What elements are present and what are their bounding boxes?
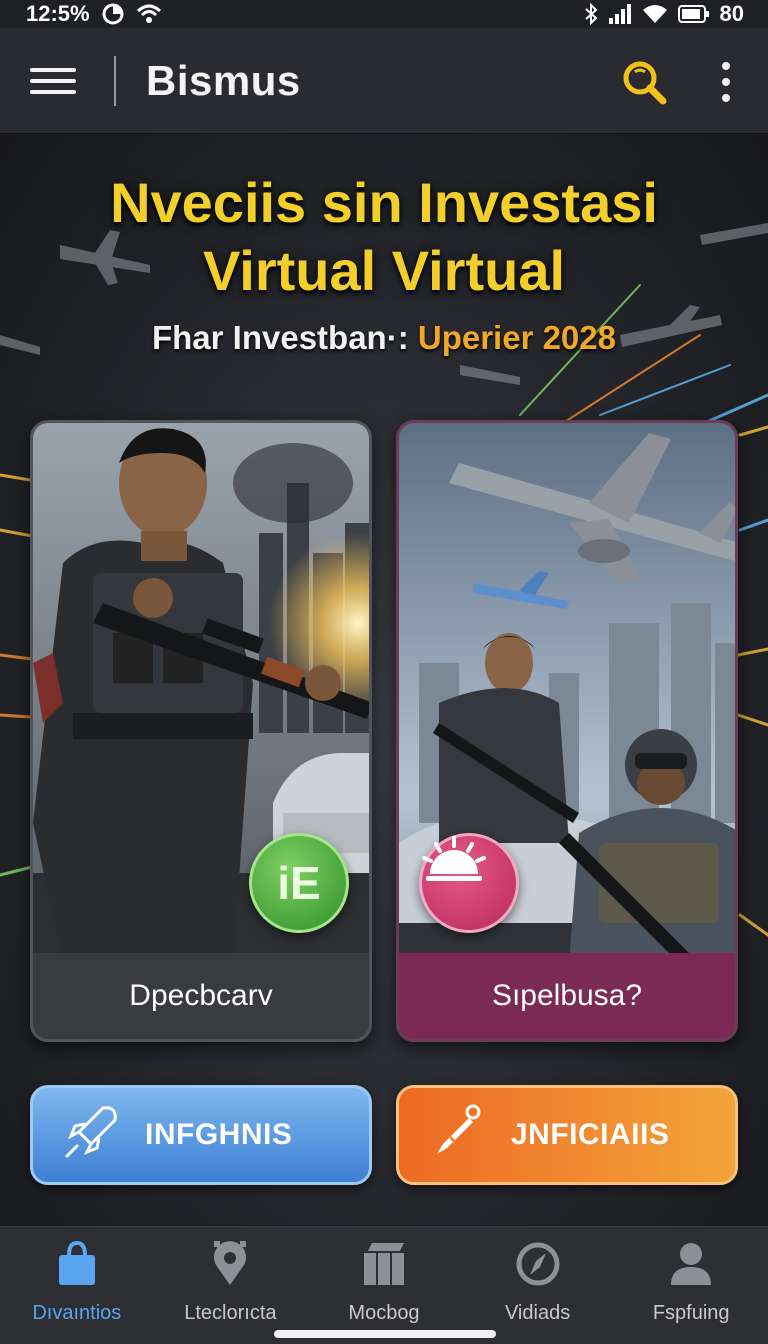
nav-item-divaintios[interactable]: Dıvaıntios [0,1227,154,1344]
badge-ie-text: iE [277,857,321,909]
app-bar-divider [114,55,116,106]
investment-card-left[interactable]: iE Dpecbcarv [30,420,372,1042]
search-icon[interactable] [620,58,668,106]
hamburger-menu-icon[interactable] [28,61,78,101]
battery-icon [677,4,710,24]
person-icon [669,1241,713,1292]
compass-icon [516,1241,560,1292]
nav-label-lteclorıcta: Lteclorıcta [184,1302,277,1324]
battery-percent: 80 [719,1,744,26]
infghnis-label: INFGHNIS [145,1118,293,1151]
aircraft-soldiers-illustration [399,423,735,1039]
sunrise-icon [419,833,519,933]
card-right-label: Sıpelbusa? [399,953,735,1039]
pen-icon [429,1102,487,1168]
nav-label-vidiads: Vidiads [504,1302,571,1324]
nav-label-fspfuing: Fspfuing [652,1302,730,1324]
wifi-icon [642,4,668,24]
badge-ie: iE [249,833,349,933]
app-title: Bismus [146,56,301,104]
jnficiaiis-label: JNFICIAIIS [511,1118,670,1151]
jnficiaiis-button[interactable]: JNFICIAIIS [396,1085,738,1185]
soldier-illustration [33,423,369,1039]
hero-headline: Nveciis sin Investasi Virtual Virtual [0,169,768,305]
home-indicator[interactable] [274,1330,496,1338]
nav-item-vidiads[interactable]: Vidiads [461,1227,615,1344]
investment-card-right[interactable]: Sıpelbusa? [396,420,738,1042]
shopping-bag-icon [55,1240,99,1292]
nav-label-mocbog: Mocbog [348,1302,420,1324]
status-left: 12:5% [26,1,162,27]
hero-headline-line2: Virtual Virtual [202,239,566,302]
data-saver-icon [100,3,126,25]
nav-item-mocbog[interactable]: Mocbog [307,1227,461,1344]
card-left-label: Dpecbcarv [33,953,369,1039]
status-bar: 12:5% 80 [0,0,768,28]
more-vert-icon[interactable] [714,62,738,102]
hero-headline-line1: Nveciis sin Investasi [110,171,658,234]
grid-icon [362,1241,406,1292]
hero-subtitle-main: Fhar Investban·: [151,319,409,356]
hero-section: Nveciis sin Investasi Virtual Virtual Fh… [0,135,768,1225]
bluetooth-icon [584,3,598,25]
signal-icon [608,4,632,24]
nav-item-fspfuing[interactable]: Fspfuing [614,1227,768,1344]
nav-item-lteclorıcta[interactable]: Lteclorıcta [154,1227,308,1344]
status-right: 80 [584,1,744,27]
status-time: 12:5% [26,1,90,26]
bottom-nav: Dıvaıntios Lteclorıcta Mocbog Vidiads Fs… [0,1226,768,1344]
nav-label-divaintios: Dıvaıntios [32,1302,122,1324]
wifi-call-icon [136,3,162,25]
hero-subtitle: Fhar Investban·: Uperier 2028 [0,319,768,357]
location-pin-icon [208,1241,252,1292]
hero-subtitle-accent: Uperier 2028 [417,319,616,356]
rocket-icon [63,1102,121,1168]
infghnis-button[interactable]: INFGHNIS [30,1085,372,1185]
app-bar: Bismus [0,28,768,134]
